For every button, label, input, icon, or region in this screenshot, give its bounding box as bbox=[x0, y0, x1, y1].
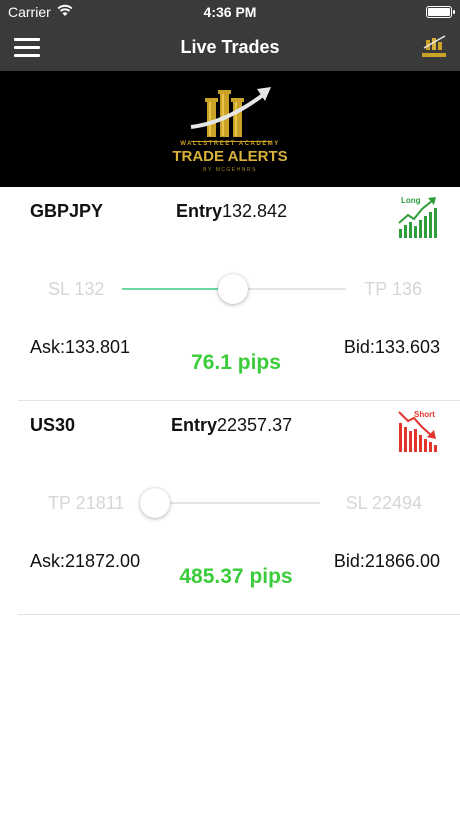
entry-label: Entry bbox=[171, 415, 218, 435]
progress-slider-thumb[interactable] bbox=[140, 488, 170, 518]
long-trend-icon: Long bbox=[398, 195, 438, 239]
trade-alerts-logo-icon bbox=[418, 32, 450, 62]
trade-symbol: US30 bbox=[30, 415, 76, 435]
battery-icon bbox=[426, 6, 455, 18]
trade-card[interactable]: US30 Entry22357.37 Short TP 21811 SL 224… bbox=[18, 401, 460, 615]
banner-brand-sub: BY MCGEHNRS bbox=[203, 167, 257, 173]
direction-label: Short bbox=[414, 410, 435, 419]
take-profit-label: TP 21811 bbox=[48, 493, 125, 513]
short-trend-icon: Short bbox=[398, 409, 438, 453]
trade-entry: Entry22357.37 bbox=[171, 415, 292, 436]
brand-banner: WALLSTREET ACADEMY TRADE ALERTS BY MCGEH… bbox=[0, 71, 460, 187]
pips-value: 76.1 pips bbox=[191, 351, 281, 374]
entry-value: 22357.37 bbox=[217, 415, 293, 435]
status-bar: Carrier 4:36 PM bbox=[0, 0, 460, 24]
progress-slider-thumb[interactable] bbox=[218, 274, 248, 304]
trade-symbol: GBPJPY bbox=[30, 201, 104, 221]
stop-loss-label: SL 132 bbox=[48, 279, 105, 299]
banner-brand-main: TRADE ALERTS bbox=[172, 148, 288, 165]
trade-card[interactable]: GBPJPY Entry132.842 Long SL 132 TP 136 A… bbox=[18, 187, 460, 401]
entry-value: 132.842 bbox=[222, 201, 288, 221]
navigation-bar: Live Trades bbox=[0, 24, 460, 71]
progress-slider-fill bbox=[122, 288, 232, 290]
take-profit-label: TP 136 bbox=[364, 279, 422, 299]
status-time: 4:36 PM bbox=[203, 4, 257, 20]
stop-loss-label: SL 22494 bbox=[345, 493, 422, 513]
banner-brand-small: WALLSTREET ACADEMY bbox=[180, 141, 280, 147]
pips-value: 485.37 pips bbox=[179, 565, 293, 588]
entry-label: Entry bbox=[176, 201, 223, 221]
page-title: Live Trades bbox=[180, 37, 280, 57]
trade-entry: Entry132.842 bbox=[176, 201, 287, 222]
direction-label: Long bbox=[401, 196, 421, 205]
